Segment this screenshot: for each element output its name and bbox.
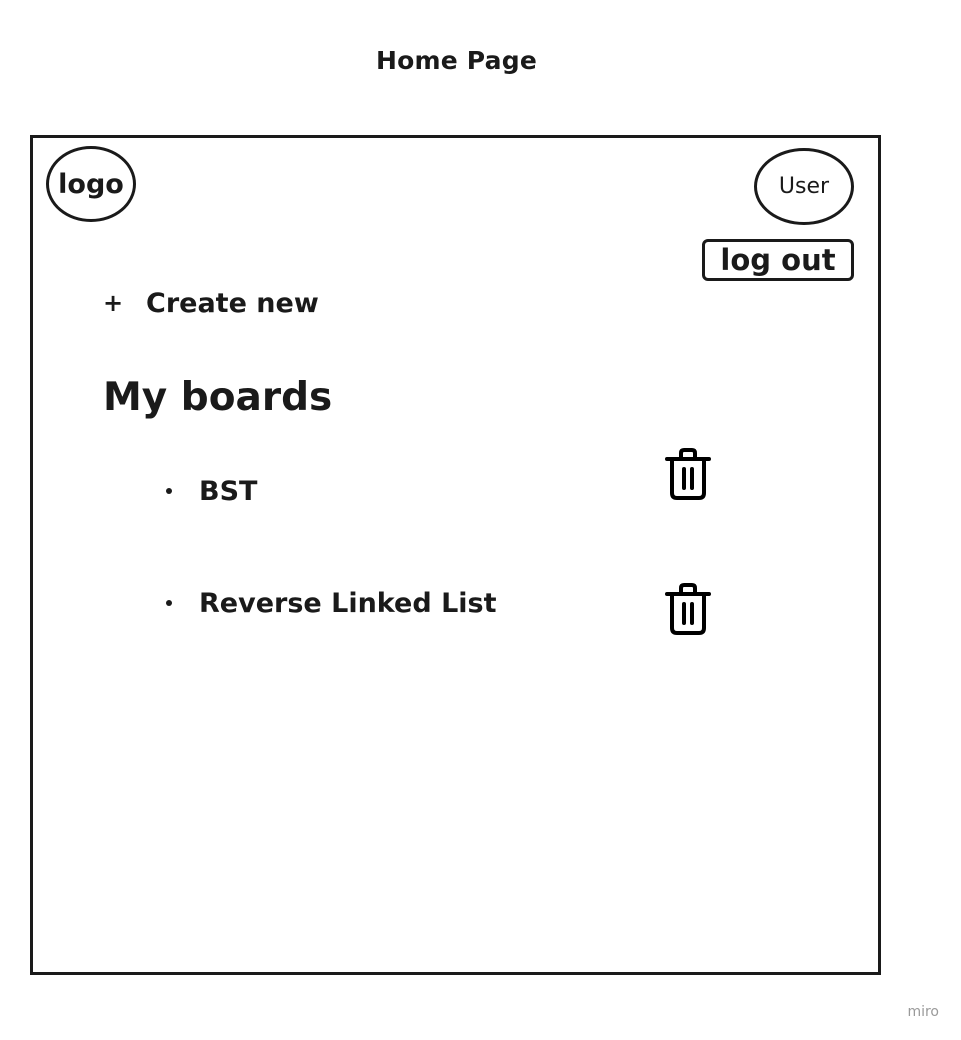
logo[interactable]: logo (46, 146, 136, 222)
bullet-icon (166, 488, 172, 494)
plus-icon: + (103, 289, 124, 317)
user-label: User (778, 174, 830, 199)
create-new-label: Create new (146, 287, 319, 319)
board-link[interactable]: Reverse Linked List (199, 588, 497, 619)
logout-button[interactable]: log out (702, 239, 854, 281)
page-title: Home Page (376, 46, 537, 75)
bullet-icon (166, 600, 172, 606)
board-link[interactable]: BST (199, 476, 257, 507)
logo-label: logo (58, 168, 124, 200)
trash-icon[interactable] (664, 448, 712, 502)
user-avatar[interactable]: User (754, 148, 854, 225)
boards-heading: My boards (103, 375, 333, 420)
list-item: Reverse Linked List (166, 583, 497, 623)
watermark: miro (907, 1004, 939, 1020)
list-item: BST (166, 471, 257, 511)
create-new-button[interactable]: + Create new (103, 285, 319, 321)
trash-icon[interactable] (664, 583, 712, 637)
